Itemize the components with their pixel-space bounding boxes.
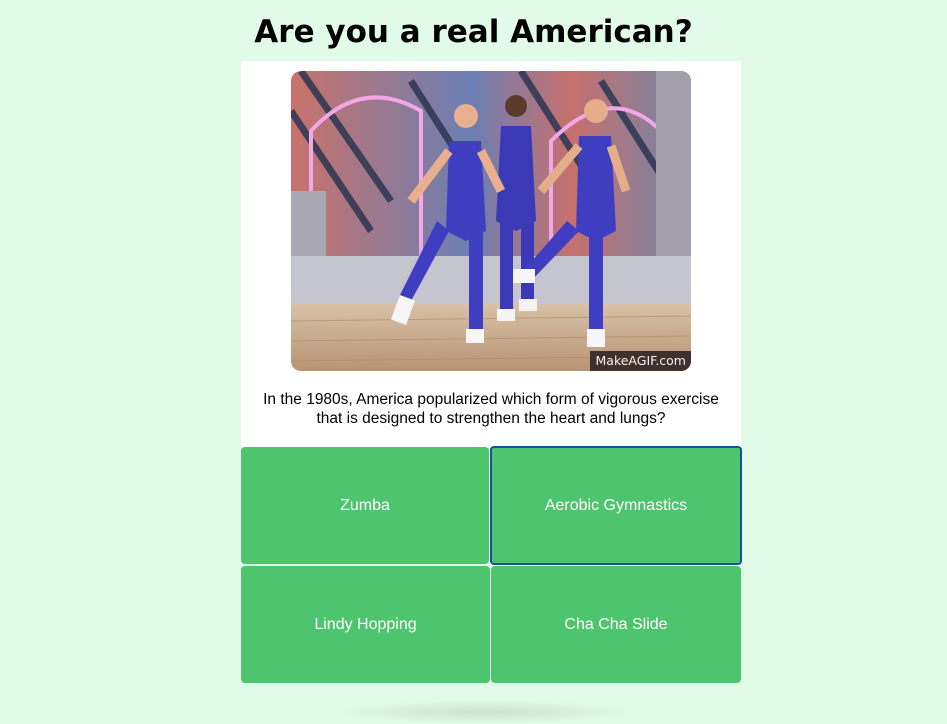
image-watermark: MakeAGIF.com xyxy=(589,351,691,371)
answer-label: Cha Cha Slide xyxy=(564,615,668,633)
answer-button-lindy-hopping[interactable]: Lindy Hopping xyxy=(241,566,490,683)
bottom-shadow xyxy=(330,700,640,724)
question-card: MakeAGIF.com In the 1980s, America popul… xyxy=(241,61,741,448)
answer-label: Aerobic Gymnastics xyxy=(544,496,688,514)
page-title: Are you a real American? xyxy=(254,14,693,50)
answer-label: Zumba xyxy=(340,496,390,514)
answer-button-cha-cha-slide[interactable]: Cha Cha Slide xyxy=(491,566,741,683)
question-text: In the 1980s, America popularized which … xyxy=(263,391,719,427)
answer-button-zumba[interactable]: Zumba xyxy=(241,447,489,564)
answer-button-aerobic-gymnastics[interactable]: Aerobic Gymnastics xyxy=(490,446,742,565)
question-image: MakeAGIF.com xyxy=(291,71,691,371)
answer-label: Lindy Hopping xyxy=(314,615,417,633)
aerobics-dancers-image xyxy=(291,71,691,371)
